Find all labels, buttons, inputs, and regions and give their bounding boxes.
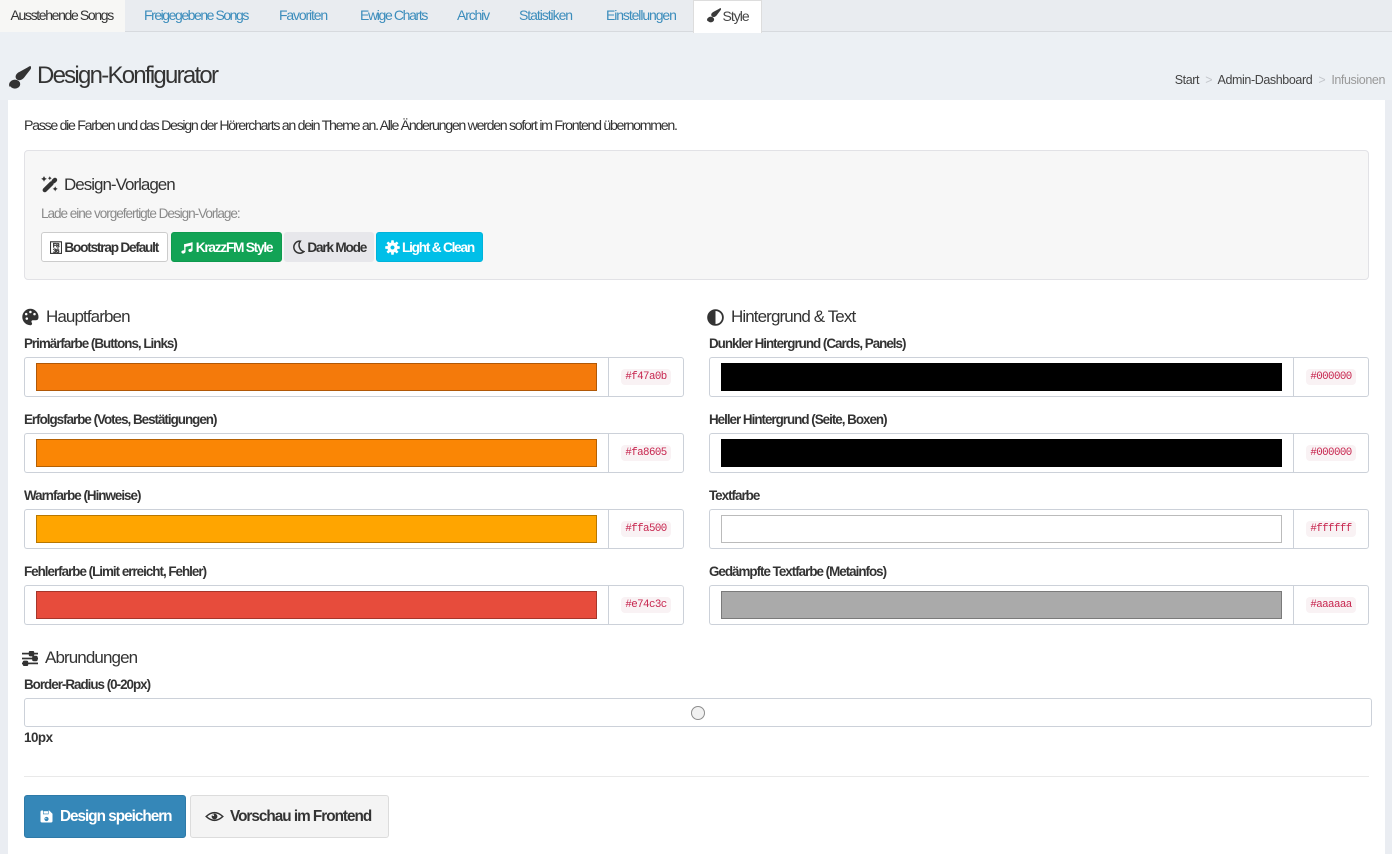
svg-text:36: 36 bbox=[53, 248, 60, 254]
